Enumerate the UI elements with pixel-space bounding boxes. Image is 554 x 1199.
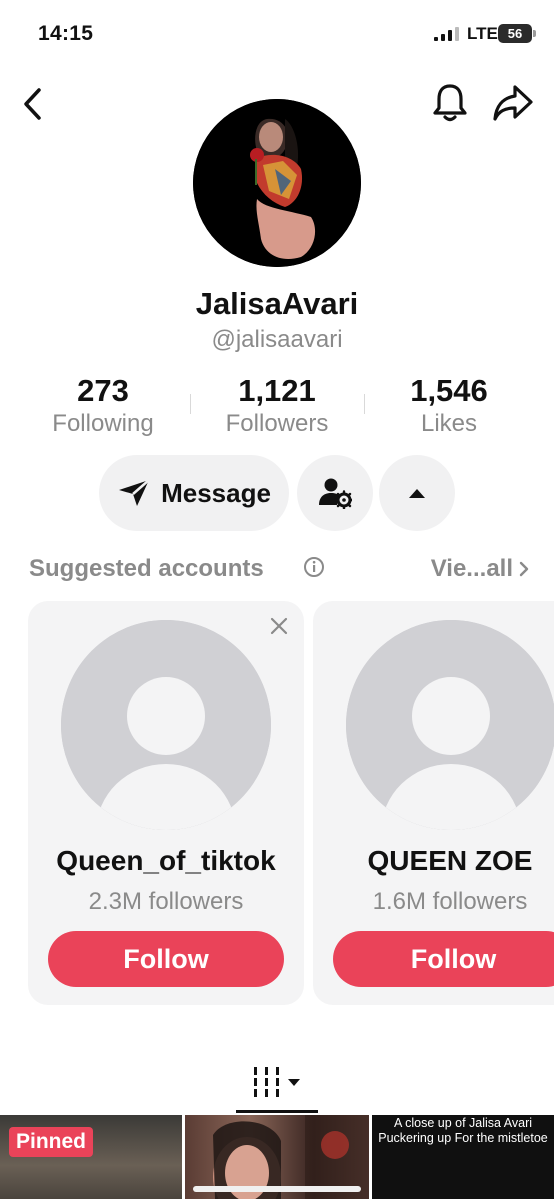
- suggested-accounts-header: Suggested accounts Vie...all: [29, 553, 529, 585]
- message-button-label: Message: [161, 477, 271, 508]
- suggested-account-followers: 2.3M followers: [88, 888, 244, 915]
- default-avatar: [61, 620, 271, 830]
- profile-avatar[interactable]: [193, 99, 361, 267]
- profile-stats: 273 Following 1,121 Followers 1,546 Like…: [0, 372, 554, 442]
- stat-following[interactable]: 273 Following: [18, 372, 188, 438]
- following-count: 273: [77, 373, 129, 408]
- signal-icon: [434, 27, 459, 41]
- suggested-account-card[interactable]: Queen_of_tiktok 2.3M followers Follow: [28, 601, 304, 1005]
- default-avatar: [346, 620, 554, 830]
- video-thumbnail[interactable]: A close up of Jalisa Avari Puckering up …: [372, 1115, 554, 1199]
- message-button[interactable]: Message: [99, 455, 289, 531]
- notifications-button[interactable]: [428, 80, 472, 126]
- username-handle: @jalisaavari: [211, 326, 343, 353]
- send-icon: [119, 479, 150, 506]
- friend-settings-button[interactable]: [297, 455, 373, 531]
- user-gear-icon: [319, 478, 352, 509]
- close-icon[interactable]: [270, 617, 288, 635]
- view-all-link[interactable]: Vie...all: [431, 555, 529, 583]
- display-name: JalisaAvari: [195, 286, 359, 321]
- likes-count: 1,546: [410, 373, 488, 408]
- profile-actions: Message: [0, 455, 554, 531]
- stat-likes[interactable]: 1,546 Likes: [364, 372, 534, 438]
- stat-divider: [190, 394, 191, 414]
- suggested-account-card[interactable]: QUEEN ZOE 1.6M followers Follow: [313, 601, 554, 1005]
- video-grid-filter-icon: [254, 1067, 300, 1097]
- following-label: Following: [52, 410, 154, 437]
- followers-label: Followers: [225, 410, 329, 437]
- video-caption: A close up of Jalisa Avari Puckering up …: [378, 1116, 548, 1145]
- share-button[interactable]: [488, 80, 538, 126]
- person-placeholder-icon: [346, 620, 554, 830]
- home-indicator: [193, 1186, 361, 1192]
- follow-button[interactable]: Follow: [48, 931, 284, 987]
- suggested-accounts-title: Suggested accounts: [29, 555, 264, 582]
- stat-followers[interactable]: 1,121 Followers: [192, 372, 362, 438]
- suggested-account-name: QUEEN ZOE: [367, 845, 533, 876]
- chevron-left-icon: [24, 88, 41, 120]
- status-time: 14:15: [38, 22, 94, 45]
- likes-label: Likes: [420, 410, 478, 437]
- person-placeholder-icon: [61, 620, 271, 830]
- pinned-badge: Pinned: [9, 1127, 94, 1157]
- network-label: LTE: [467, 24, 498, 43]
- caret-up-icon: [409, 489, 425, 498]
- follow-button[interactable]: Follow: [333, 931, 554, 987]
- battery-icon: 56: [498, 24, 536, 43]
- videos-tab[interactable]: [250, 1064, 310, 1100]
- followers-count: 1,121: [238, 373, 316, 408]
- info-icon[interactable]: [303, 556, 325, 578]
- view-all-label: Vie...all: [430, 555, 513, 582]
- suggested-account-followers: 1.6M followers: [372, 888, 528, 915]
- bell-icon: [433, 84, 467, 122]
- video-thumbnail[interactable]: Pinned: [0, 1115, 182, 1199]
- back-button[interactable]: [14, 84, 50, 124]
- suggestions-toggle-button[interactable]: [379, 455, 455, 531]
- chevron-right-icon: [519, 561, 529, 577]
- share-arrow-icon: [493, 85, 533, 121]
- status-bar: 14:15 LTE 56: [0, 0, 554, 68]
- suggested-account-name: Queen_of_tiktok: [56, 845, 276, 876]
- avatar-photo: [193, 99, 361, 267]
- active-tab-indicator: [236, 1110, 318, 1113]
